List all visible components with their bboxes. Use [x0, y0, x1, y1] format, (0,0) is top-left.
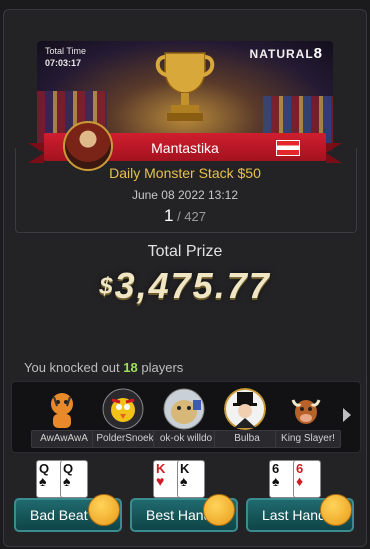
- shocked-emoji-icon: [88, 494, 120, 526]
- knocked-out-player[interactable]: PolderSnoek: [92, 386, 158, 448]
- player-name-tag: AwAwAwA: [31, 430, 97, 448]
- brand-logo: NATURAL8: [250, 45, 323, 62]
- total-time: Total Time 07:03:17: [45, 45, 86, 69]
- tournament-name: Daily Monster Stack $50: [109, 165, 261, 181]
- thumbs-up-emoji-icon: [203, 494, 235, 526]
- total-prize-label: Total Prize: [147, 243, 223, 260]
- knockout-suffix: players: [141, 360, 184, 375]
- total-players: / 427: [177, 209, 206, 224]
- ribbon-tail-right: [326, 143, 342, 163]
- last-hand-label: Last Hand: [262, 507, 326, 523]
- card-icon: K ♠: [177, 460, 205, 498]
- card-suit: ♠: [180, 473, 188, 489]
- bad-beat-cards: Q ♠ Q ♠: [36, 460, 88, 500]
- prize-currency: $: [99, 273, 115, 300]
- bird-avatar-icon: [102, 388, 144, 430]
- bull-avatar-icon: [291, 399, 321, 424]
- knockout-count: 18: [123, 360, 138, 375]
- best-hand-cards: K ♥ K ♠: [153, 460, 205, 500]
- brand-suffix: 8: [313, 45, 323, 62]
- total-time-value: 07:03:17: [45, 58, 82, 68]
- player-name-tag: PolderSnoek: [92, 430, 158, 448]
- knocked-out-player[interactable]: ok-ok willdo: [153, 386, 219, 448]
- prize-value: 3,475.77: [114, 265, 271, 306]
- dog-avatar-icon: [163, 388, 205, 430]
- chevron-right-icon[interactable]: [343, 408, 351, 422]
- knocked-out-player[interactable]: AwAwAwA: [31, 386, 97, 448]
- knocked-out-player[interactable]: Bulba: [214, 386, 280, 448]
- brand-name: NATURAL: [249, 47, 314, 61]
- knockout-summary: You knocked out 18 players: [24, 360, 183, 375]
- tournament-date: June 08 2022 13:12: [131, 188, 239, 202]
- player-name-tag: ok-ok willdo: [153, 430, 219, 448]
- card-suit: ♠: [63, 473, 71, 489]
- player-name-tag: King Slayer!: [275, 430, 341, 448]
- waving-emoji-icon: [320, 494, 352, 526]
- knockout-prefix: You knocked out: [24, 360, 120, 375]
- trophy-icon: [155, 52, 215, 121]
- total-prize-amount: $3,475.77: [0, 265, 370, 307]
- position-value: 1: [163, 206, 174, 225]
- card-icon: Q ♠: [60, 460, 88, 498]
- tiger-avatar-icon: [51, 393, 73, 428]
- total-time-label: Total Time: [45, 46, 87, 56]
- player-name: Mantastika: [151, 140, 219, 156]
- card-suit: ♦: [296, 473, 304, 489]
- finish-position: 1 / 427: [15, 206, 355, 226]
- card-icon: 6 ♦: [293, 460, 321, 498]
- gentleman-avatar-icon: [224, 388, 266, 430]
- austria-flag-icon: [276, 140, 300, 156]
- bad-beat-label: Bad Beat: [30, 507, 88, 523]
- player-name-tag: Bulba: [214, 430, 280, 448]
- last-hand-cards: 6 ♠ 6 ♦: [269, 460, 321, 500]
- ribbon-tail-left: [28, 143, 44, 163]
- knocked-out-player[interactable]: King Slayer!: [275, 386, 341, 448]
- best-hand-label: Best Hand: [146, 507, 212, 523]
